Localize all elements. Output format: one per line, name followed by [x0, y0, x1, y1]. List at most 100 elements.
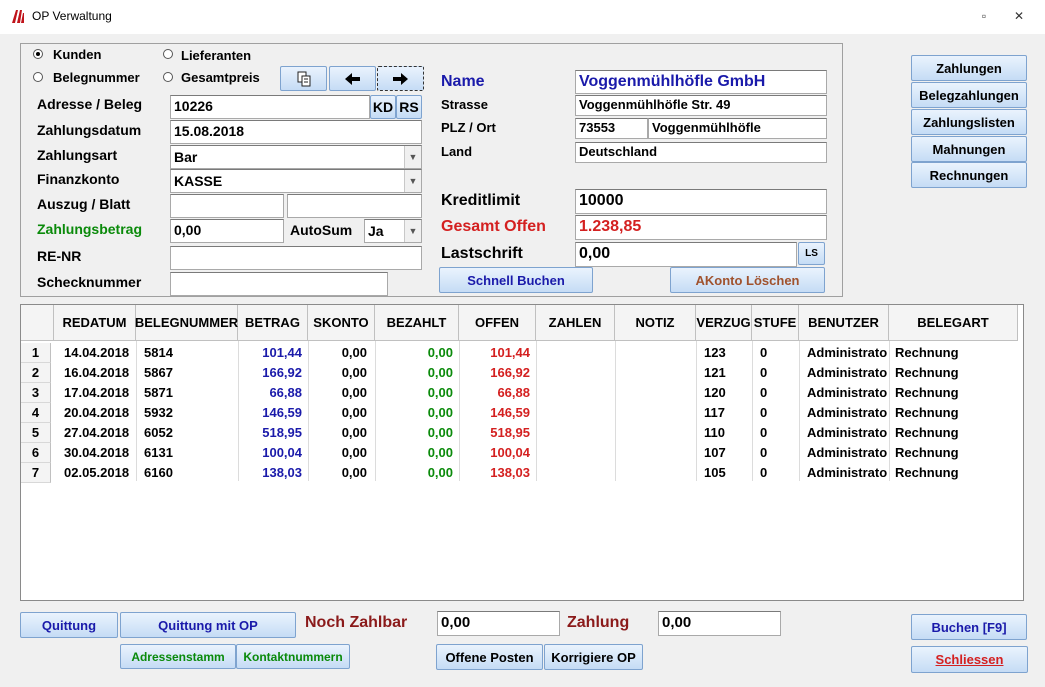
column-header-verzug[interactable]: VERZUG: [696, 305, 752, 341]
cell-betrag[interactable]: 138,03: [238, 463, 308, 483]
mahnungen-button[interactable]: Mahnungen: [911, 136, 1027, 162]
cell-offen[interactable]: 166,92: [459, 363, 536, 383]
zahlungen-button[interactable]: Zahlungen: [911, 55, 1027, 81]
schecknummer-input[interactable]: [170, 272, 388, 296]
quittung-mit-op-button[interactable]: Quittung mit OP: [120, 612, 296, 638]
cell-skonto[interactable]: 0,00: [308, 383, 375, 403]
cell-betrag[interactable]: 66,88: [238, 383, 308, 403]
cell-redatum[interactable]: 16.04.2018: [54, 363, 136, 383]
cell-belegnummer[interactable]: 6131: [136, 443, 238, 463]
column-header-betrag[interactable]: BETRAG: [238, 305, 308, 341]
cell-belegart[interactable]: Rechnung: [889, 403, 1018, 423]
auszug-input[interactable]: [170, 194, 284, 218]
op-table[interactable]: REDATUM BELEGNUMMER BETRAG SKONTO BEZAHL…: [20, 304, 1024, 601]
kontaktnummern-button[interactable]: Kontaktnummern: [236, 644, 350, 669]
cell-benutzer[interactable]: Administrato: [799, 343, 889, 363]
cell-notiz[interactable]: [615, 403, 696, 423]
cell-notiz[interactable]: [615, 423, 696, 443]
cell-bezahlt[interactable]: 0,00: [375, 463, 459, 483]
cell-bezahlt[interactable]: 0,00: [375, 403, 459, 423]
cell-stufe[interactable]: 0: [752, 443, 799, 463]
akonto-loeschen-button[interactable]: AKonto Löschen: [670, 267, 825, 293]
cell-belegart[interactable]: Rechnung: [889, 363, 1018, 383]
cell-skonto[interactable]: 0,00: [308, 403, 375, 423]
row-number[interactable]: 6: [21, 443, 51, 463]
previous-button[interactable]: [329, 66, 376, 91]
cell-redatum[interactable]: 02.05.2018: [54, 463, 136, 483]
column-header-redatum[interactable]: REDATUM: [54, 305, 136, 341]
cell-bezahlt[interactable]: 0,00: [375, 343, 459, 363]
close-window-button[interactable]: ✕: [1010, 8, 1028, 24]
cell-belegnummer[interactable]: 6052: [136, 423, 238, 443]
cell-benutzer[interactable]: Administrato: [799, 423, 889, 443]
cell-notiz[interactable]: [615, 363, 696, 383]
cell-offen[interactable]: 146,59: [459, 403, 536, 423]
schliessen-button[interactable]: Schliessen: [911, 646, 1028, 673]
cell-bezahlt[interactable]: 0,00: [375, 443, 459, 463]
cell-belegnummer[interactable]: 5871: [136, 383, 238, 403]
next-button[interactable]: [377, 66, 424, 91]
cell-stufe[interactable]: 0: [752, 423, 799, 443]
renr-input[interactable]: [170, 246, 422, 270]
row-number[interactable]: 1: [21, 343, 51, 363]
cell-betrag[interactable]: 166,92: [238, 363, 308, 383]
ls-button[interactable]: LS: [798, 242, 825, 265]
cell-belegart[interactable]: Rechnung: [889, 463, 1018, 483]
column-header-zahlen[interactable]: ZAHLEN: [536, 305, 615, 341]
row-number[interactable]: 2: [21, 363, 51, 383]
column-header-stufe[interactable]: STUFE: [752, 305, 799, 341]
cell-zahlen[interactable]: [536, 343, 615, 363]
row-number[interactable]: 3: [21, 383, 51, 403]
radio-kunden[interactable]: [33, 49, 43, 59]
adressenstamm-button[interactable]: Adressenstamm: [120, 644, 236, 669]
copy-button[interactable]: [280, 66, 327, 91]
cell-benutzer[interactable]: Administrato: [799, 403, 889, 423]
cell-bezahlt[interactable]: 0,00: [375, 363, 459, 383]
cell-offen[interactable]: 138,03: [459, 463, 536, 483]
zahlungsart-select[interactable]: Bar ▼: [170, 145, 422, 169]
column-header-skonto[interactable]: SKONTO: [308, 305, 375, 341]
cell-belegart[interactable]: Rechnung: [889, 383, 1018, 403]
restore-window-button[interactable]: ▫: [975, 8, 993, 24]
cell-verzug[interactable]: 105: [696, 463, 752, 483]
cell-redatum[interactable]: 27.04.2018: [54, 423, 136, 443]
rechnungen-button[interactable]: Rechnungen: [911, 162, 1027, 188]
kd-button[interactable]: KD: [370, 95, 396, 119]
cell-stufe[interactable]: 0: [752, 383, 799, 403]
cell-betrag[interactable]: 101,44: [238, 343, 308, 363]
cell-zahlen[interactable]: [536, 363, 615, 383]
cell-betrag[interactable]: 100,04: [238, 443, 308, 463]
belegzahlungen-button[interactable]: Belegzahlungen: [911, 82, 1027, 108]
cell-verzug[interactable]: 121: [696, 363, 752, 383]
cell-benutzer[interactable]: Administrato: [799, 463, 889, 483]
cell-benutzer[interactable]: Administrato: [799, 383, 889, 403]
cell-offen[interactable]: 101,44: [459, 343, 536, 363]
cell-skonto[interactable]: 0,00: [308, 343, 375, 363]
zahlungslisten-button[interactable]: Zahlungslisten: [911, 109, 1027, 135]
radio-gesamtpreis[interactable]: [163, 72, 173, 82]
cell-belegnummer[interactable]: 5932: [136, 403, 238, 423]
radio-belegnummer[interactable]: [33, 72, 43, 82]
cell-zahlen[interactable]: [536, 443, 615, 463]
column-header-belegnummer[interactable]: BELEGNUMMER: [135, 305, 238, 341]
chevron-down-icon[interactable]: ▼: [404, 170, 421, 192]
cell-redatum[interactable]: 30.04.2018: [54, 443, 136, 463]
finanzkonto-select[interactable]: KASSE ▼: [170, 169, 422, 193]
cell-notiz[interactable]: [615, 463, 696, 483]
cell-verzug[interactable]: 107: [696, 443, 752, 463]
cell-betrag[interactable]: 146,59: [238, 403, 308, 423]
column-header-bezahlt[interactable]: BEZAHLT: [375, 305, 459, 341]
cell-offen[interactable]: 100,04: [459, 443, 536, 463]
column-header-benutzer[interactable]: BENUTZER: [799, 305, 889, 341]
cell-verzug[interactable]: 117: [696, 403, 752, 423]
cell-stufe[interactable]: 0: [752, 463, 799, 483]
cell-skonto[interactable]: 0,00: [308, 423, 375, 443]
cell-redatum[interactable]: 17.04.2018: [54, 383, 136, 403]
radio-lieferanten[interactable]: [163, 49, 173, 59]
cell-skonto[interactable]: 0,00: [308, 363, 375, 383]
cell-stufe[interactable]: 0: [752, 403, 799, 423]
zahlungsbetrag-input[interactable]: 0,00: [170, 219, 284, 243]
buchen-button[interactable]: Buchen [F9]: [911, 614, 1027, 640]
cell-belegnummer[interactable]: 5867: [136, 363, 238, 383]
cell-zahlen[interactable]: [536, 463, 615, 483]
